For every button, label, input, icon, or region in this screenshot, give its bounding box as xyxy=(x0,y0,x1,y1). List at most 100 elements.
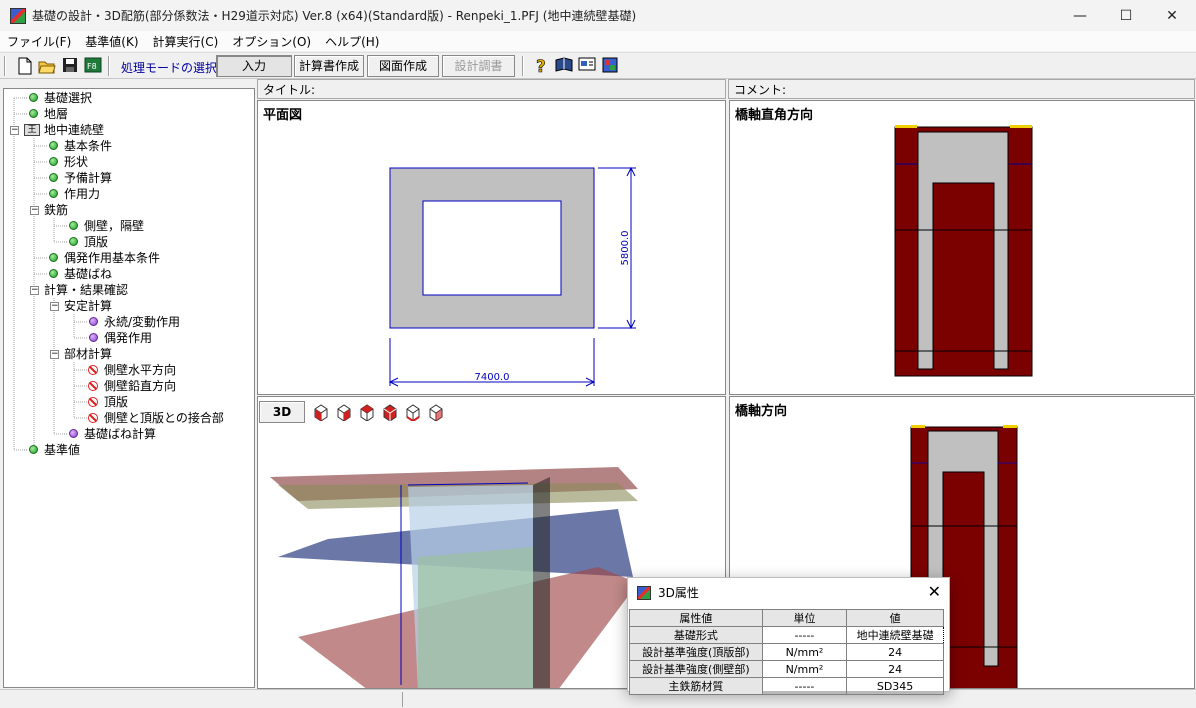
tree-node[interactable]: 側壁，隔壁 xyxy=(4,218,254,234)
maximize-button[interactable]: ☐ xyxy=(1103,0,1149,31)
status-green-icon xyxy=(49,253,58,262)
tree-node[interactable]: 偶発作用 xyxy=(4,330,254,346)
tree-node[interactable]: 予備計算 xyxy=(4,170,254,186)
attribute-value[interactable]: 24 xyxy=(846,660,944,678)
view-back-cube-icon[interactable] xyxy=(358,403,376,421)
attribute-name: 基礎形式 xyxy=(629,626,763,644)
report-button[interactable]: 計算書作成 xyxy=(294,55,364,77)
plan-view-panel: 平面図 5800.0 7400.0 xyxy=(257,100,726,395)
close-button[interactable]: ✕ xyxy=(1149,0,1195,31)
tree-node[interactable]: 基礎ばね計算 xyxy=(4,426,254,442)
3d-button[interactable]: 3D xyxy=(259,401,305,423)
tree-node-label: 基礎選択 xyxy=(44,91,93,105)
collapse-icon[interactable]: − xyxy=(30,286,39,295)
perpendicular-section-drawing xyxy=(894,125,1033,377)
3d-attribute-dialog: 3D属性 ✕ 属性値 単位 値 基礎形式 ----- 地中連続壁基礎 設計基準強… xyxy=(627,577,950,695)
attribute-value[interactable]: SD345 xyxy=(846,677,944,695)
menu-help[interactable]: ヘルプ(H) xyxy=(318,33,386,50)
tree-node[interactable]: 地層 xyxy=(4,106,254,122)
title-bar: 基礎の設計・3D配筋(部分係数法・H29道示対応) Ver.8 (x64)(St… xyxy=(0,0,1196,31)
tree-node[interactable]: 基礎選択 xyxy=(4,90,254,106)
tree-node[interactable]: 永続/変動作用 xyxy=(4,314,254,330)
tree-node-label: 基準値 xyxy=(44,443,81,457)
collapse-icon[interactable]: − xyxy=(30,206,39,215)
design-sheet-button[interactable]: 設計調書 xyxy=(442,55,515,77)
tree-node[interactable]: 基準値 xyxy=(4,442,254,458)
table-row: 設計基準強度(側壁部) N/mm² 24 xyxy=(629,660,944,678)
save-icon[interactable] xyxy=(61,57,79,75)
tree-node-label: 鉄筋 xyxy=(44,203,69,217)
status-bar xyxy=(0,689,1196,708)
menu-standard[interactable]: 基準値(K) xyxy=(78,33,145,50)
tree-node[interactable]: − 計算・結果確認 xyxy=(4,282,254,298)
view-iso-cube-icon[interactable] xyxy=(427,403,445,421)
status-green-icon xyxy=(69,221,78,230)
status-purple-icon xyxy=(89,333,98,342)
book-icon[interactable] xyxy=(555,57,573,75)
view-left-cube-icon[interactable] xyxy=(381,403,399,421)
tree-node[interactable]: 側壁水平方向 xyxy=(4,362,254,378)
toolbar-separator xyxy=(108,56,110,76)
svg-text:?: ? xyxy=(536,57,546,75)
view-top-cube-icon[interactable] xyxy=(404,403,422,421)
drawing-button[interactable]: 図面作成 xyxy=(367,55,439,77)
collapse-icon[interactable]: − xyxy=(50,350,59,359)
minimize-button[interactable]: — xyxy=(1057,0,1103,31)
new-file-icon[interactable] xyxy=(16,57,34,75)
tree-node[interactable]: 頂版 xyxy=(4,394,254,410)
tree-node[interactable]: 王 − 地中連続壁 xyxy=(4,122,254,138)
collapse-icon[interactable]: − xyxy=(50,302,59,311)
status-green-icon xyxy=(49,173,58,182)
tree-node[interactable]: 基礎ばね xyxy=(4,266,254,282)
tree-node[interactable]: − 部材計算 xyxy=(4,346,254,362)
attribute-name: 設計基準強度(側壁部) xyxy=(629,660,763,678)
tree-node[interactable]: 作用力 xyxy=(4,186,254,202)
table-row: 主鉄筋材質 ----- SD345 xyxy=(629,677,944,695)
toolbar-separator xyxy=(522,56,524,76)
export-icon[interactable]: F8 xyxy=(84,57,102,75)
attribute-value[interactable]: 24 xyxy=(846,643,944,661)
tree-node-label: 部材計算 xyxy=(64,347,113,361)
collapse-icon[interactable]: − xyxy=(10,126,19,135)
status-green-icon xyxy=(29,445,38,454)
dimension-height: 5800.0 xyxy=(620,231,631,266)
tree-node[interactable]: 側壁と頂版との接合部 xyxy=(4,410,254,426)
tree-node[interactable]: − 安定計算 xyxy=(4,298,254,314)
tree-node[interactable]: 側壁鉛直方向 xyxy=(4,378,254,394)
tree-node[interactable]: 頂版 xyxy=(4,234,254,250)
tree-node-label: 地中連続壁 xyxy=(44,123,105,137)
view-front-cube-icon[interactable] xyxy=(312,403,330,421)
app-shortcut-icon[interactable] xyxy=(601,57,619,75)
status-green-icon xyxy=(29,93,38,102)
menu-file[interactable]: ファイル(F) xyxy=(0,33,78,50)
view-right-cube-icon[interactable] xyxy=(335,403,353,421)
table-row: 基礎形式 ----- 地中連続壁基礎 xyxy=(629,626,944,644)
help-icon[interactable]: ? xyxy=(533,57,551,78)
dialog-close-icon[interactable]: ✕ xyxy=(928,582,941,601)
status-divider xyxy=(402,692,403,707)
tree-node-label: 側壁水平方向 xyxy=(104,363,177,377)
card-icon[interactable] xyxy=(578,57,596,75)
toolbar-grip xyxy=(4,56,6,76)
tree-node-label: 永続/変動作用 xyxy=(104,315,181,329)
attribute-table: 属性値 単位 値 基礎形式 ----- 地中連続壁基礎 設計基準強度(頂版部) … xyxy=(629,609,944,695)
tree-node[interactable]: 偶発作用基本条件 xyxy=(4,250,254,266)
tree-node[interactable]: 基本条件 xyxy=(4,138,254,154)
input-button[interactable]: 入力 xyxy=(216,55,292,77)
tree-node-label: 基礎ばね xyxy=(64,267,113,281)
attribute-value[interactable]: 地中連続壁基礎 xyxy=(846,626,944,644)
attribute-name: 主鉄筋材質 xyxy=(629,677,763,695)
open-folder-icon[interactable] xyxy=(38,57,56,75)
menu-option[interactable]: オプション(O) xyxy=(225,33,318,50)
tree-node-label: 頂版 xyxy=(84,235,109,249)
tree-node[interactable]: − 鉄筋 xyxy=(4,202,254,218)
attribute-unit: N/mm² xyxy=(761,660,848,678)
status-prohibited-icon xyxy=(88,397,98,407)
menu-calc[interactable]: 計算実行(C) xyxy=(146,33,226,50)
svg-text:F8: F8 xyxy=(87,62,97,71)
status-prohibited-icon xyxy=(88,381,98,391)
attribute-unit: ----- xyxy=(761,677,848,695)
tree-node-label: 予備計算 xyxy=(64,171,113,185)
tree-node-label: 安定計算 xyxy=(64,299,113,313)
tree-node[interactable]: 形状 xyxy=(4,154,254,170)
